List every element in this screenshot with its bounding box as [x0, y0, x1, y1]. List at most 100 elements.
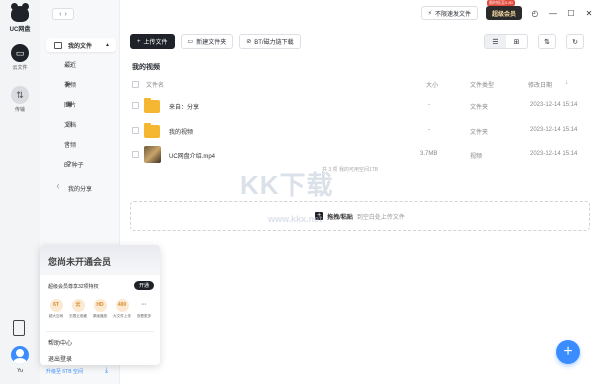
sidebar-item-label: 我的文件 — [68, 43, 93, 50]
table-row[interactable]: 来自：分享 - 文件夹 2023-12-14 15:14 — [132, 96, 590, 120]
watermark: KK下载 — [240, 170, 334, 200]
download-icon[interactable]: ⤓ — [105, 367, 108, 375]
refresh-icon[interactable]: ↻ — [566, 34, 584, 49]
folder-icon — [54, 41, 62, 49]
video-icon: ▶ — [66, 81, 72, 88]
perk-badge: 云 — [71, 299, 85, 312]
sidebar-item-bt[interactable]: BT种子 — [46, 157, 116, 171]
perk-label: 原画播放 — [92, 314, 108, 318]
rail-cloud-label: 云文件 — [12, 65, 28, 71]
maximize-icon[interactable]: ☐ — [566, 9, 576, 18]
perk-more[interactable]: ··· 查看更多 — [134, 299, 154, 319]
view-toggle: ☰ ⊞ — [484, 34, 528, 49]
perk-summary: 超级会员尊享32项特权 — [48, 284, 99, 290]
no-limit-send-button[interactable]: ⚡ 不限速发文件 — [420, 6, 478, 20]
bt-icon: ⚲ — [66, 161, 72, 168]
perk-label: 超大空间 — [48, 314, 64, 318]
row-checkbox[interactable] — [132, 127, 139, 134]
image-icon: ▣ — [66, 101, 73, 108]
column-date[interactable]: 修改日期 — [528, 80, 552, 89]
perk-badge: 400 — [115, 299, 129, 312]
perk-upload: 400 大文件上传 — [112, 299, 132, 319]
drop-hint: 到空白处上传文件 — [356, 214, 405, 221]
column-type[interactable]: 文件类型 — [470, 80, 494, 89]
divider — [46, 331, 154, 332]
sidebar-item-label: 我的分享 — [68, 186, 93, 193]
help-center-link[interactable]: 帮助中心 — [48, 338, 72, 347]
bolt-icon: ⚡ — [427, 10, 432, 17]
left-rail: UC网盘 ▭ 云文件 ⇅ 传输 Yu — [0, 0, 40, 384]
phone-icon[interactable] — [13, 320, 25, 336]
perk-hd: HD 原画播放 — [90, 299, 110, 319]
vip-label: 超级会员 — [491, 11, 516, 18]
file-size: 3.7MB — [420, 151, 438, 157]
main-area: ⚡ 不限速发文件 限时低至0.80 超级会员 ◴ — ☐ ✕ + 上传文件 ▭ … — [120, 0, 600, 384]
back-arrow-icon[interactable]: ‹ — [59, 11, 61, 18]
rail-transfer-label: 传输 — [14, 107, 25, 113]
sidebar-item-image[interactable]: 图片 — [46, 97, 116, 111]
perk-label: 查看更多 — [136, 314, 152, 318]
upload-button[interactable]: + 上传文件 — [130, 34, 175, 49]
list-view-icon[interactable]: ☰ — [485, 35, 506, 48]
file-date: 2023-12-14 15:14 — [530, 151, 578, 157]
video-thumbnail — [144, 146, 161, 163]
file-date: 2023-12-14 15:14 — [530, 102, 578, 108]
document-icon: ▤ — [66, 121, 73, 128]
new-folder-button[interactable]: ▭ 新建文件夹 — [180, 34, 234, 49]
file-name[interactable]: 我的视频 — [169, 127, 193, 136]
clock-icon: ◷ — [66, 61, 73, 68]
popup-title: 您尚未开通会员 — [40, 245, 160, 275]
settings-icon[interactable]: ◴ — [530, 9, 540, 18]
no-limit-label: 不限速发文件 — [434, 11, 471, 18]
vip-button[interactable]: 限时低至0.80 超级会员 — [485, 0, 522, 20]
sidebar-item-my-files[interactable]: 我的文件 ▲ — [46, 38, 116, 52]
column-size[interactable]: 大小 — [426, 80, 438, 89]
plus-icon: + — [137, 38, 141, 45]
sidebar-item-recent[interactable]: 最近 — [46, 57, 116, 71]
file-size: - — [428, 102, 430, 108]
sidebar-item-video[interactable]: 视频 — [46, 77, 116, 91]
sidebar-item-audio[interactable]: 音频 — [46, 137, 116, 151]
account-popup: 您尚未开通会员 超级会员尊享32项特权 开通 6T 超大空间 云无限云收藏 HD 原… — [40, 245, 160, 365]
sort-icon[interactable]: ⇅ — [538, 34, 556, 49]
user-name: Yu — [17, 368, 23, 374]
file-type: 文件夹 — [470, 105, 489, 111]
grid-view-icon[interactable]: ⊞ — [506, 35, 527, 48]
row-checkbox[interactable] — [132, 102, 139, 109]
vip-promo-badge: 限时低至0.80 — [486, 0, 515, 6]
perk-badge: HD — [93, 299, 107, 312]
bt-download-label: BT/磁力链下载 — [254, 40, 294, 46]
avatar[interactable] — [11, 346, 29, 364]
forward-arrow-icon[interactable]: › — [65, 11, 67, 18]
perk-storage: 6T 超大空间 — [46, 299, 66, 319]
upgrade-storage-link[interactable]: 升级至 6TB 空间 — [46, 368, 83, 375]
logout-link[interactable]: 退出登录 — [48, 354, 72, 363]
uc-logo-icon — [11, 3, 29, 22]
perk-cloud: 云无限云收藏 — [68, 299, 88, 319]
rail-transfer[interactable]: ⇅ 传输 — [0, 86, 40, 113]
close-icon[interactable]: ✕ — [584, 9, 594, 18]
minimize-icon[interactable]: — — [548, 9, 558, 18]
upload-dropzone[interactable]: + 拖拽/粘贴 到空白处上传文件 — [130, 201, 590, 231]
file-date: 2023-12-14 15:14 — [530, 127, 578, 133]
table-row[interactable]: 我的视频 - 文件夹 2023-12-14 15:14 — [132, 121, 590, 145]
perk-badge: 6T — [49, 299, 63, 312]
more-icon: ··· — [137, 299, 151, 312]
file-name[interactable]: UC网盘介绍.mp4 — [169, 151, 215, 160]
rail-cloud-files[interactable]: ▭ 云文件 — [0, 44, 40, 71]
sidebar-item-my-share[interactable]: ⟨ 我的分享 — [46, 181, 116, 195]
column-name[interactable]: 文件名 — [146, 80, 164, 89]
open-vip-button[interactable]: 开通 — [133, 281, 154, 290]
floating-add-button[interactable]: + — [556, 340, 580, 364]
row-checkbox[interactable] — [132, 151, 139, 158]
nav-back-forward[interactable]: ‹ › — [52, 8, 74, 20]
watermark-url: www.kkx.net — [268, 214, 323, 224]
caret-up-icon: ▲ — [105, 42, 110, 48]
toolbar: + 上传文件 ▭ 新建文件夹 ⊘ BT/磁力链下载 — [130, 34, 301, 49]
page-title: 我的视频 — [132, 64, 160, 71]
bt-download-button[interactable]: ⊘ BT/磁力链下载 — [239, 34, 301, 49]
file-name[interactable]: 来自：分享 — [169, 102, 199, 111]
transfer-icon: ⇅ — [11, 86, 29, 104]
sidebar-item-document[interactable]: 文档 — [46, 117, 116, 131]
select-all-checkbox[interactable] — [132, 81, 139, 88]
